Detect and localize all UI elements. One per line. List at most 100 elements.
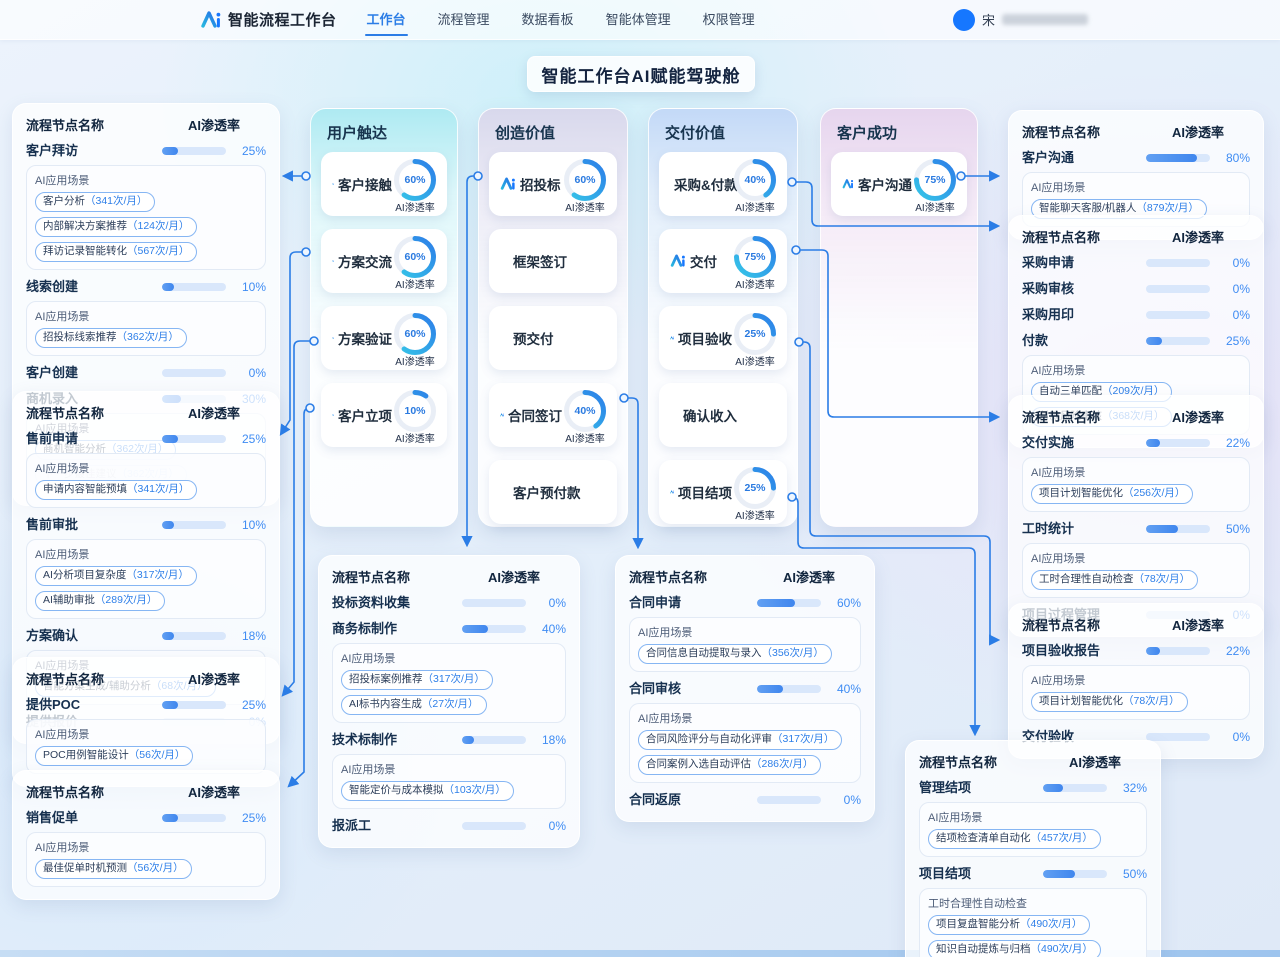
stage-card[interactable]: 方案交流 60% AI渗透率 (321, 229, 447, 293)
node-table-panel: 流程节点名称 AI渗透率 投标资料收集 0% 商务标制作 40% AI应用场景 … (318, 555, 580, 848)
scenario-chip[interactable]: 合同风险评分与自动化评审（317次/月） (638, 730, 842, 750)
node-table-panel: 流程节点名称 AI渗透率 销售促单 25% AI应用场景 最佳促单时机预测（56… (12, 770, 280, 900)
scenario-label: AI应用场景 (35, 546, 257, 562)
column-header-rate: AI渗透率 (188, 782, 240, 801)
stage-card[interactable]: 项目验收 25% AI渗透率 (659, 306, 787, 370)
scenario-chip[interactable]: 知识自动提炼与归档（490次/月） (928, 940, 1101, 957)
scenario-chip[interactable]: 智能定价与成本模拟（103次/月） (341, 781, 514, 801)
stage-card[interactable]: 客户预付款 (489, 460, 617, 524)
rate-bar (162, 435, 226, 443)
node-row: 采购申请 0% (1022, 253, 1250, 272)
node-row: 项目结项 50% 工时合理性自动检查 项目复盘智能分析（490次/月）知识自动提… (919, 864, 1147, 957)
chip-text: 合同案例入选自动评估 (646, 758, 751, 770)
ai-logo-icon (332, 330, 334, 346)
nav-item[interactable]: 权限管理 (703, 0, 755, 40)
scenario-chip[interactable]: 拜访记录智能转化（567次/月） (35, 242, 197, 262)
scenario-chip[interactable]: 客户分析（341次/月） (35, 192, 155, 212)
scenario-chip[interactable]: AI分析项目复杂度（317次/月） (35, 566, 197, 586)
scenario-box: 工时合理性自动检查 项目复盘智能分析（490次/月）知识自动提炼与归档（490次… (919, 888, 1147, 957)
stage-card[interactable]: 合同签订 40% AI渗透率 (489, 383, 617, 447)
node-row: 采购审核 0% (1022, 279, 1250, 298)
nav-item[interactable]: 工作台 (367, 0, 406, 40)
stage-card[interactable]: 方案验证 60% AI渗透率 (321, 306, 447, 370)
scenario-chip[interactable]: 招投标案例推荐（317次/月） (341, 670, 493, 690)
scenario-chip[interactable]: POC用例智能设计（56次/月） (35, 746, 193, 766)
stage-card[interactable]: 客户立项 10% AI渗透率 (321, 383, 447, 447)
rate-value: 10% (226, 518, 266, 532)
stage-card[interactable]: 客户沟通 75% AI渗透率 (831, 152, 967, 216)
node-row: 采购用印 0% (1022, 305, 1250, 324)
card-name: 方案验证 (338, 328, 392, 348)
user-box[interactable]: 宋 (953, 9, 1088, 31)
avatar[interactable] (953, 9, 975, 31)
chip-count: （56次/月） (127, 862, 184, 874)
column-header-node: 流程节点名称 (26, 669, 104, 688)
stage-card[interactable]: 预交付 (489, 306, 617, 370)
scenario-chip[interactable]: 合同信息自动提取与录入（356次/月） (638, 644, 832, 664)
rate-donut: 60% (392, 157, 438, 203)
chip-count: （362次/月） (117, 331, 179, 343)
nav-item[interactable]: 智能体管理 (606, 0, 671, 40)
scenario-chip[interactable]: AI标书内容生成（27次/月） (341, 695, 487, 715)
panel-header: 流程节点名称 AI渗透率 (1022, 407, 1250, 426)
chip-count: （317次/月） (423, 673, 485, 685)
node-table-panel: 流程节点名称 AI渗透率 合同申请 60% AI应用场景 合同信息自动提取与录入… (615, 555, 875, 822)
column-header-rate: AI渗透率 (188, 669, 240, 688)
scenario-chip[interactable]: 结项检查清单自动化（457次/月） (928, 829, 1101, 849)
chip-text: AI辅助审批 (43, 594, 95, 606)
user-name-blurred (1002, 14, 1088, 25)
nav-item[interactable]: 流程管理 (438, 0, 490, 40)
rate-value: 60% (392, 234, 438, 280)
node-name: 线索创建 (26, 277, 162, 296)
rate-value: 60% (392, 311, 438, 357)
scenario-chip[interactable]: 内部解决方案推荐（124次/月） (35, 217, 197, 237)
node-name: 销售促单 (26, 808, 162, 827)
node-row: 合同申请 60% AI应用场景 合同信息自动提取与录入（356次/月） (629, 593, 861, 672)
rate-value: 25% (226, 144, 266, 158)
chip-count: （103次/月） (444, 784, 506, 796)
scenario-chip[interactable]: 项目计划智能优化（256次/月） (1031, 484, 1193, 504)
scenario-chip[interactable]: 项目复盘智能分析（490次/月） (928, 915, 1090, 935)
node-name: 付款 (1022, 331, 1146, 350)
stage-card[interactable]: 招投标 60% AI渗透率 (489, 152, 617, 216)
scenario-chip[interactable]: 合同案例入选自动评估（286次/月） (638, 755, 821, 775)
scenario-label: AI应用场景 (341, 761, 557, 777)
node-name: 方案确认 (26, 626, 162, 645)
scenario-box: AI应用场景 工时合理性自动检查（78次/月） (1022, 543, 1250, 598)
ai-logo-icon (670, 484, 674, 500)
stage-title: 客户成功 (821, 109, 977, 152)
node-name: 售前申请 (26, 429, 162, 448)
rate-donut: 40% (562, 388, 608, 434)
card-name: 预交付 (513, 328, 554, 348)
scenario-chip[interactable]: 最佳促单时机预测（56次/月） (35, 859, 192, 879)
stage-card[interactable]: 客户接触 60% AI渗透率 (321, 152, 447, 216)
scenario-label: AI应用场景 (35, 726, 257, 742)
chip-count: （490次/月） (1031, 943, 1093, 955)
chip-text: AI标书内容生成 (349, 698, 422, 710)
scenario-chip[interactable]: 招投标线索推荐（362次/月） (35, 328, 187, 348)
stage-card[interactable]: 交付 75% AI渗透率 (659, 229, 787, 293)
rate-bar (1146, 733, 1210, 741)
rate-value: 40% (821, 682, 861, 696)
node-name: 合同审核 (629, 679, 757, 698)
stage-card[interactable]: 确认收入 (659, 383, 787, 447)
page-title: 智能工作台AI赋能驾驶舱 (542, 62, 741, 87)
nav-item[interactable]: 数据看板 (522, 0, 574, 40)
column-header-node: 流程节点名称 (26, 403, 104, 422)
scenario-chip[interactable]: AI辅助审批（289次/月） (35, 591, 165, 611)
stage-card[interactable]: 采购&付款 40% AI渗透率 (659, 152, 787, 216)
panel-header: 流程节点名称 AI渗透率 (1022, 615, 1250, 634)
scenario-chip[interactable]: 项目计划智能优化（78次/月） (1031, 692, 1188, 712)
node-name: 工时统计 (1022, 519, 1146, 538)
scenario-chip[interactable]: 申请内容智能预填（341次/月） (35, 480, 197, 500)
rate-value: 18% (226, 629, 266, 643)
column-header-rate: AI渗透率 (1172, 407, 1224, 426)
stage-card[interactable]: 项目结项 25% AI渗透率 (659, 460, 787, 524)
rate-value: 25% (1210, 334, 1250, 348)
stage-card[interactable]: 框架签订 (489, 229, 617, 293)
brand[interactable]: 智能流程工作台 (200, 9, 337, 31)
node-row: 销售促单 25% AI应用场景 最佳促单时机预测（56次/月） (26, 808, 266, 887)
rate-donut: 75% (732, 234, 778, 280)
node-row: 线索创建 10% AI应用场景 招投标线索推荐（362次/月） (26, 277, 266, 356)
scenario-chip[interactable]: 工时合理性自动检查（78次/月） (1031, 570, 1198, 590)
